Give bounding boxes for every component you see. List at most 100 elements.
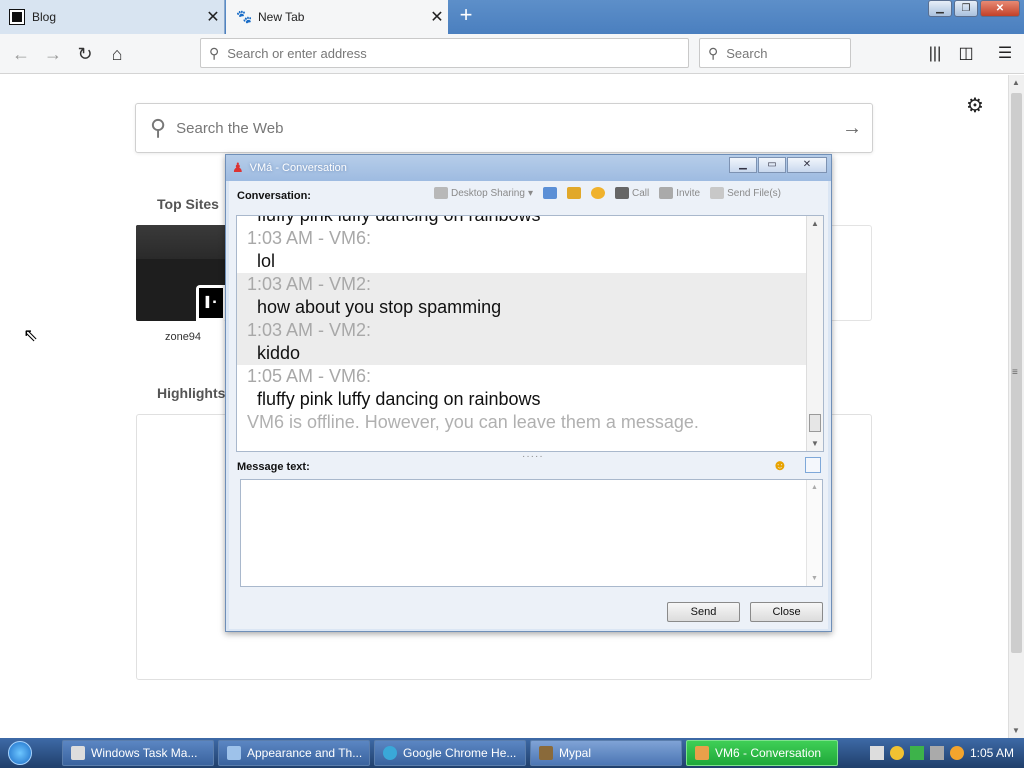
scroll-down-icon[interactable]: ▼: [811, 575, 818, 582]
web-search-box[interactable]: ⚲ Search the Web →: [135, 103, 873, 153]
taskbar-item-mypal[interactable]: Mypal: [530, 740, 682, 766]
message-text: how about you stop spamming: [237, 296, 823, 319]
taskbar-item-label: Mypal: [559, 746, 592, 760]
task-manager-icon: [71, 746, 85, 760]
top-site-placeholder: [829, 225, 872, 321]
library-icon[interactable]: |||: [922, 41, 948, 67]
taskbar-item-task-manager[interactable]: Windows Task Ma...: [62, 740, 214, 766]
start-button[interactable]: [0, 738, 40, 768]
conversation-toolbar: Desktop Sharing ▾ Call Invite Send File(…: [434, 187, 781, 199]
maximize-icon[interactable]: ▭: [758, 157, 786, 173]
chat-app-icon: [695, 746, 709, 760]
gear-icon[interactable]: ⚙: [966, 93, 984, 118]
sidebar-icon[interactable]: ◫: [953, 41, 979, 67]
arrow-right-icon[interactable]: →: [832, 117, 872, 140]
message-text: lol: [257, 251, 276, 271]
new-tab-button[interactable]: +: [454, 4, 478, 28]
taskbar-item-label: Appearance and Th...: [247, 746, 363, 760]
window-close-icon[interactable]: ✕: [980, 0, 1020, 17]
nudge-button[interactable]: [590, 187, 605, 199]
taskbar: Windows Task Ma... Appearance and Th... …: [0, 738, 1024, 768]
conversation-label: Conversation:: [237, 190, 311, 202]
search-placeholder: Search: [726, 45, 768, 61]
scroll-up-icon[interactable]: ▲: [811, 484, 818, 491]
taskbar-item-label: Google Chrome He...: [403, 746, 517, 760]
mypal-favicon-icon: 🐾: [236, 9, 253, 24]
message-header: 1:03 AM - VM6:: [247, 228, 372, 248]
message-input[interactable]: ▲ ▼: [240, 479, 823, 587]
tab-title: Blog: [32, 10, 57, 24]
maximize-icon[interactable]: ❐: [954, 0, 978, 17]
nav-bar: ← → ↻ ⌂ ⚲ Search or enter address ⚲ Sear…: [0, 34, 1024, 74]
keyboard-icon[interactable]: [869, 746, 884, 760]
mypal-icon: [539, 746, 553, 760]
dialog-window-controls: ▁ ▭ ✕: [729, 157, 827, 173]
tab-blog[interactable]: Blog ✕: [0, 0, 225, 34]
message-text: fluffy pink luffy dancing on rainbows: [257, 389, 541, 409]
call-label: Call: [631, 187, 650, 199]
desktop-sharing-button[interactable]: Desktop Sharing ▾: [434, 187, 533, 199]
volume-icon[interactable]: [929, 746, 944, 760]
blog-favicon-icon: [9, 9, 25, 25]
send-file-icon: [710, 187, 725, 199]
url-bar[interactable]: ⚲ Search or enter address: [200, 38, 689, 68]
invite-label: Invite: [676, 187, 701, 199]
scroll-down-icon[interactable]: ▼: [811, 439, 819, 448]
minimize-icon[interactable]: ▁: [729, 157, 757, 173]
contact-icon: [566, 187, 581, 199]
message-list: fluffy pink luffy dancing on rainbows 1:0…: [237, 215, 823, 411]
top-site-tile[interactable]: ▌▪: [136, 225, 226, 321]
menu-icon[interactable]: ☰: [992, 41, 1018, 67]
taskbar-item-chrome-help[interactable]: Google Chrome He...: [374, 740, 526, 766]
clock[interactable]: 1:05 AM: [970, 746, 1014, 760]
search-bar[interactable]: ⚲ Search: [699, 38, 851, 68]
dialog-title: VMá - Conversation: [249, 162, 347, 174]
tab-title: New Tab: [258, 10, 305, 24]
close-tab-icon[interactable]: ✕: [202, 7, 224, 27]
taskbar-item-conversation[interactable]: VM6 - Conversation: [686, 740, 838, 766]
close-button[interactable]: Close: [750, 602, 823, 622]
history-button[interactable]: [542, 187, 557, 199]
chat-bubble-icon[interactable]: [889, 746, 904, 760]
nudge-icon: [590, 187, 605, 199]
pane-splitter[interactable]: ·····: [522, 451, 544, 462]
history-icon: [542, 187, 557, 199]
call-button[interactable]: Call: [614, 187, 650, 199]
send-files-button[interactable]: Send File(s): [710, 187, 781, 199]
close-icon[interactable]: ✕: [787, 157, 827, 173]
tab-strip: Blog ✕ 🐾 New Tab ✕ + ▁ ❐ ✕: [0, 0, 1024, 34]
send-button[interactable]: Send: [667, 602, 740, 622]
home-icon[interactable]: ⌂: [104, 41, 130, 67]
contact-info-button[interactable]: [566, 187, 581, 199]
taskbar-item-appearance[interactable]: Appearance and Th...: [218, 740, 370, 766]
format-text-icon[interactable]: [805, 457, 821, 473]
site-thumbnail: [136, 225, 226, 259]
message-input-scrollbar[interactable]: ▲ ▼: [806, 480, 822, 586]
message-text: fluffy pink luffy dancing on rainbows: [257, 215, 541, 225]
network-icon[interactable]: [909, 746, 924, 760]
chevron-down-icon: ▾: [527, 187, 533, 199]
emoticon-icon[interactable]: ☻: [772, 457, 788, 474]
page-scrollbar[interactable]: ▲ ≡ ▼: [1008, 75, 1024, 738]
search-icon[interactable]: [949, 746, 964, 760]
conversation-log[interactable]: fluffy pink luffy dancing on rainbows 1:0…: [236, 215, 824, 452]
minimize-icon[interactable]: ▁: [928, 0, 952, 17]
close-tab-icon[interactable]: ✕: [426, 7, 448, 27]
scroll-down-icon[interactable]: ▼: [1012, 726, 1020, 735]
tab-new-tab[interactable]: 🐾 New Tab ✕: [226, 0, 448, 34]
conversation-scrollbar[interactable]: ▲ ▼: [806, 216, 823, 451]
top-sites-heading: Top Sites: [157, 196, 219, 212]
dialog-titlebar[interactable]: ♟ VMá - Conversation ▁ ▭ ✕: [226, 155, 831, 181]
mouse-pointer-icon: ⇖: [23, 325, 39, 345]
invite-button[interactable]: Invite: [659, 187, 700, 199]
forward-icon[interactable]: →: [40, 41, 66, 67]
scrollbar-thumb[interactable]: [809, 414, 821, 432]
message-header: 1:03 AM - VM2:: [237, 319, 823, 342]
scroll-up-icon[interactable]: ▲: [811, 219, 819, 228]
site-logo-icon: ▌▪: [199, 288, 223, 318]
reload-icon[interactable]: ↻: [72, 41, 98, 67]
url-placeholder: Search or enter address: [227, 45, 367, 61]
back-icon[interactable]: ←: [8, 41, 34, 67]
scroll-up-icon[interactable]: ▲: [1012, 78, 1020, 87]
window-controls: ▁ ❐ ✕: [928, 0, 1020, 17]
